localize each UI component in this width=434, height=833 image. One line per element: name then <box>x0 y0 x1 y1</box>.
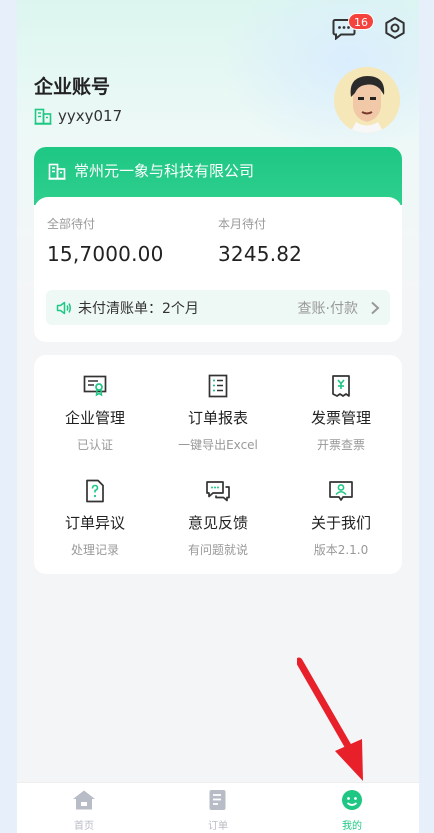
all-pending-value: 15,7000.00 <box>47 242 164 266</box>
user-avatar-icon <box>334 67 400 133</box>
all-pending-label: 全部待付 <box>47 217 96 231</box>
month-pending-value: 3245.82 <box>218 242 303 266</box>
chat-bubbles-icon <box>206 481 230 502</box>
tab-label: 我的 <box>342 821 362 832</box>
menu-item-title: 订单异议 <box>64 514 125 532</box>
menu-item-title: 关于我们 <box>310 514 371 532</box>
function-menu: 企业管理 已认证 订单报表 一键导出Excel 发票管理 开票查票 订单异议 处… <box>34 355 402 574</box>
avatar[interactable] <box>334 67 400 133</box>
tab-label: 首页 <box>74 821 94 832</box>
invoice-icon <box>332 375 350 397</box>
menu-item-about-us[interactable]: 关于我们 版本2.1.0 <box>280 478 402 558</box>
tab-home[interactable]: 首页 <box>44 789 124 832</box>
tab-orders[interactable]: 订单 <box>178 789 258 832</box>
menu-item-subtitle: 开票查票 <box>316 438 365 452</box>
chevron-right-icon <box>371 301 380 314</box>
account-id-row: yyxy017 <box>34 107 122 125</box>
menu-item-invoice-management[interactable]: 发票管理 开票查票 <box>280 373 402 453</box>
menu-item-title: 意见反馈 <box>187 514 248 532</box>
menu-item-subtitle: 一键导出Excel <box>178 438 258 452</box>
speaker-icon <box>56 301 71 314</box>
profile-icon <box>342 790 362 810</box>
company-card: 常州元一象与科技有限公司 全部待付 15,7000.00 本月待付 3245.8… <box>34 147 402 342</box>
menu-item-subtitle: 有问题就说 <box>187 543 248 557</box>
menu-item-title: 企业管理 <box>64 409 125 427</box>
about-icon <box>329 481 353 501</box>
pointer-arrow-icon <box>297 657 363 781</box>
unpaid-bills-bar[interactable]: 未付清账单：2个月 查账·付款 <box>46 290 390 325</box>
tab-mine[interactable]: 我的 <box>312 789 392 832</box>
tab-label: 订单 <box>208 821 228 832</box>
menu-item-order-dispute[interactable]: 订单异议 处理记录 <box>34 478 156 558</box>
settings-hexagon-icon <box>385 17 405 39</box>
orders-icon <box>209 790 226 810</box>
company-name: 常州元一象与科技有限公司 <box>74 162 255 180</box>
month-pending-label: 本月待付 <box>218 217 267 231</box>
bottom-tab-bar: 首页 订单 我的 <box>17 782 419 833</box>
menu-item-company-management[interactable]: 企业管理 已认证 <box>34 373 156 453</box>
menu-item-feedback[interactable]: 意见反馈 有问题就说 <box>157 478 279 558</box>
check-and-pay-link[interactable]: 查账·付款 <box>298 298 358 318</box>
month-pending-stat: 本月待付 3245.82 <box>218 215 302 266</box>
mine-page: 16 企业账号 yyxy017 常州元一象与科技有限公司 全部待付 15,700… <box>17 0 419 833</box>
all-pending-stat: 全部待付 15,7000.00 <box>47 215 164 266</box>
menu-item-title: 订单报表 <box>187 409 248 427</box>
account-id: yyxy017 <box>58 107 123 125</box>
report-icon <box>208 374 228 398</box>
menu-item-order-report[interactable]: 订单报表 一键导出Excel <box>157 373 279 453</box>
menu-item-subtitle: 处理记录 <box>70 543 119 557</box>
question-doc-icon <box>86 479 104 503</box>
home-icon <box>73 790 95 810</box>
menu-item-title: 发票管理 <box>310 409 371 427</box>
settings-button[interactable] <box>381 14 409 42</box>
building-icon <box>34 108 52 125</box>
certificate-icon <box>83 375 107 397</box>
menu-item-subtitle: 版本2.1.0 <box>313 543 369 557</box>
menu-item-subtitle: 已认证 <box>76 438 113 452</box>
unpaid-bills-text: 未付清账单：2个月 <box>78 300 199 317</box>
building-icon <box>48 163 66 180</box>
company-stats: 全部待付 15,7000.00 本月待付 3245.82 未付清账单：2个月 查… <box>34 197 402 342</box>
account-type-title: 企业账号 <box>34 76 111 98</box>
message-count-badge: 16 <box>348 13 374 30</box>
